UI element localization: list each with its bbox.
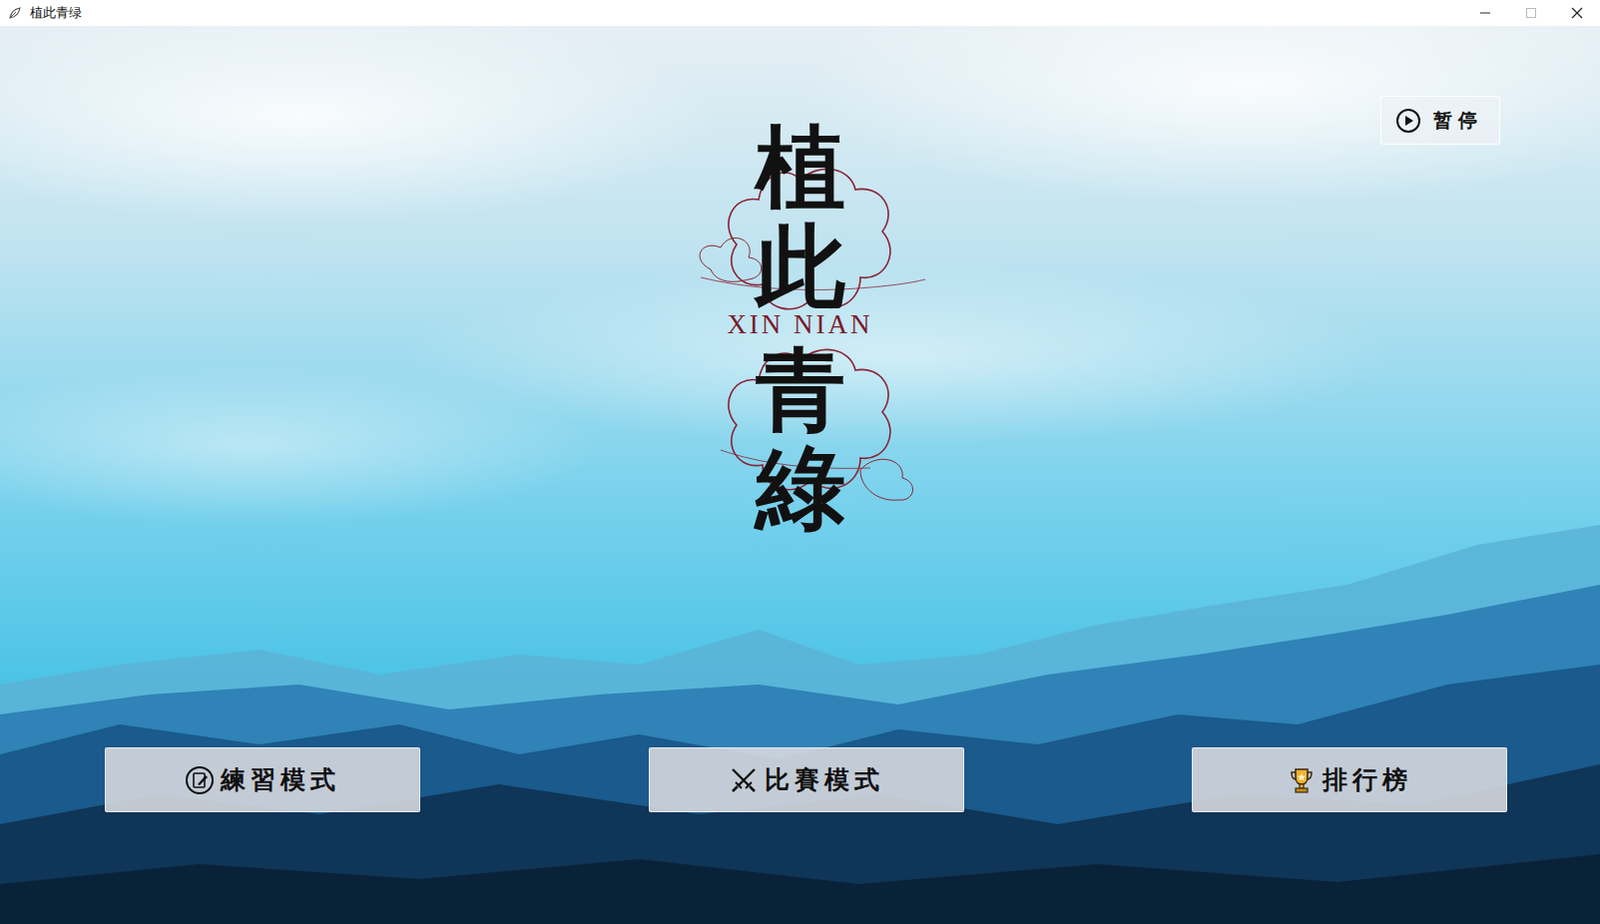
notebook-pencil-icon	[184, 765, 215, 796]
logo-subtitle: XIN NIAN	[726, 309, 873, 341]
match-button[interactable]: 比賽模式	[648, 747, 965, 813]
pause-button[interactable]: 暂停	[1380, 95, 1501, 145]
minimize-icon	[1479, 6, 1492, 19]
window-title: 植此青绿	[29, 3, 82, 22]
pause-label: 暂停	[1433, 107, 1484, 134]
title-bar: 植此青绿	[0, 0, 1600, 26]
logo-top-text: 植此	[755, 117, 846, 316]
close-button[interactable]	[1554, 0, 1600, 26]
app-window: 植此青绿 暂停 植此 XIN NIAN 青綠 練習模式 比賽模式 排行榜	[0, 0, 1600, 924]
game-logo: 植此 XIN NIAN 青綠	[670, 117, 931, 538]
logo-bottom-text: 青綠	[755, 340, 846, 538]
practice-button[interactable]: 練習模式	[104, 747, 421, 813]
minimize-button[interactable]	[1462, 0, 1509, 26]
crossed-swords-icon	[728, 765, 759, 796]
leaf-icon	[7, 5, 22, 20]
leaderboard-button[interactable]: 排行榜	[1191, 747, 1508, 813]
menu-button-label: 練習模式	[220, 763, 341, 797]
main-menu: 暂停 植此 XIN NIAN 青綠 練習模式 比賽模式 排行榜	[0, 25, 1600, 924]
maximize-button	[1508, 0, 1555, 26]
menu-button-label: 排行榜	[1322, 763, 1413, 797]
menu-button-label: 比賽模式	[764, 763, 885, 797]
maximize-icon	[1525, 6, 1538, 19]
play-icon	[1395, 107, 1422, 134]
menu-buttons: 練習模式 比賽模式 排行榜	[0, 747, 1600, 813]
close-icon	[1571, 6, 1584, 19]
trophy-icon	[1286, 765, 1317, 796]
